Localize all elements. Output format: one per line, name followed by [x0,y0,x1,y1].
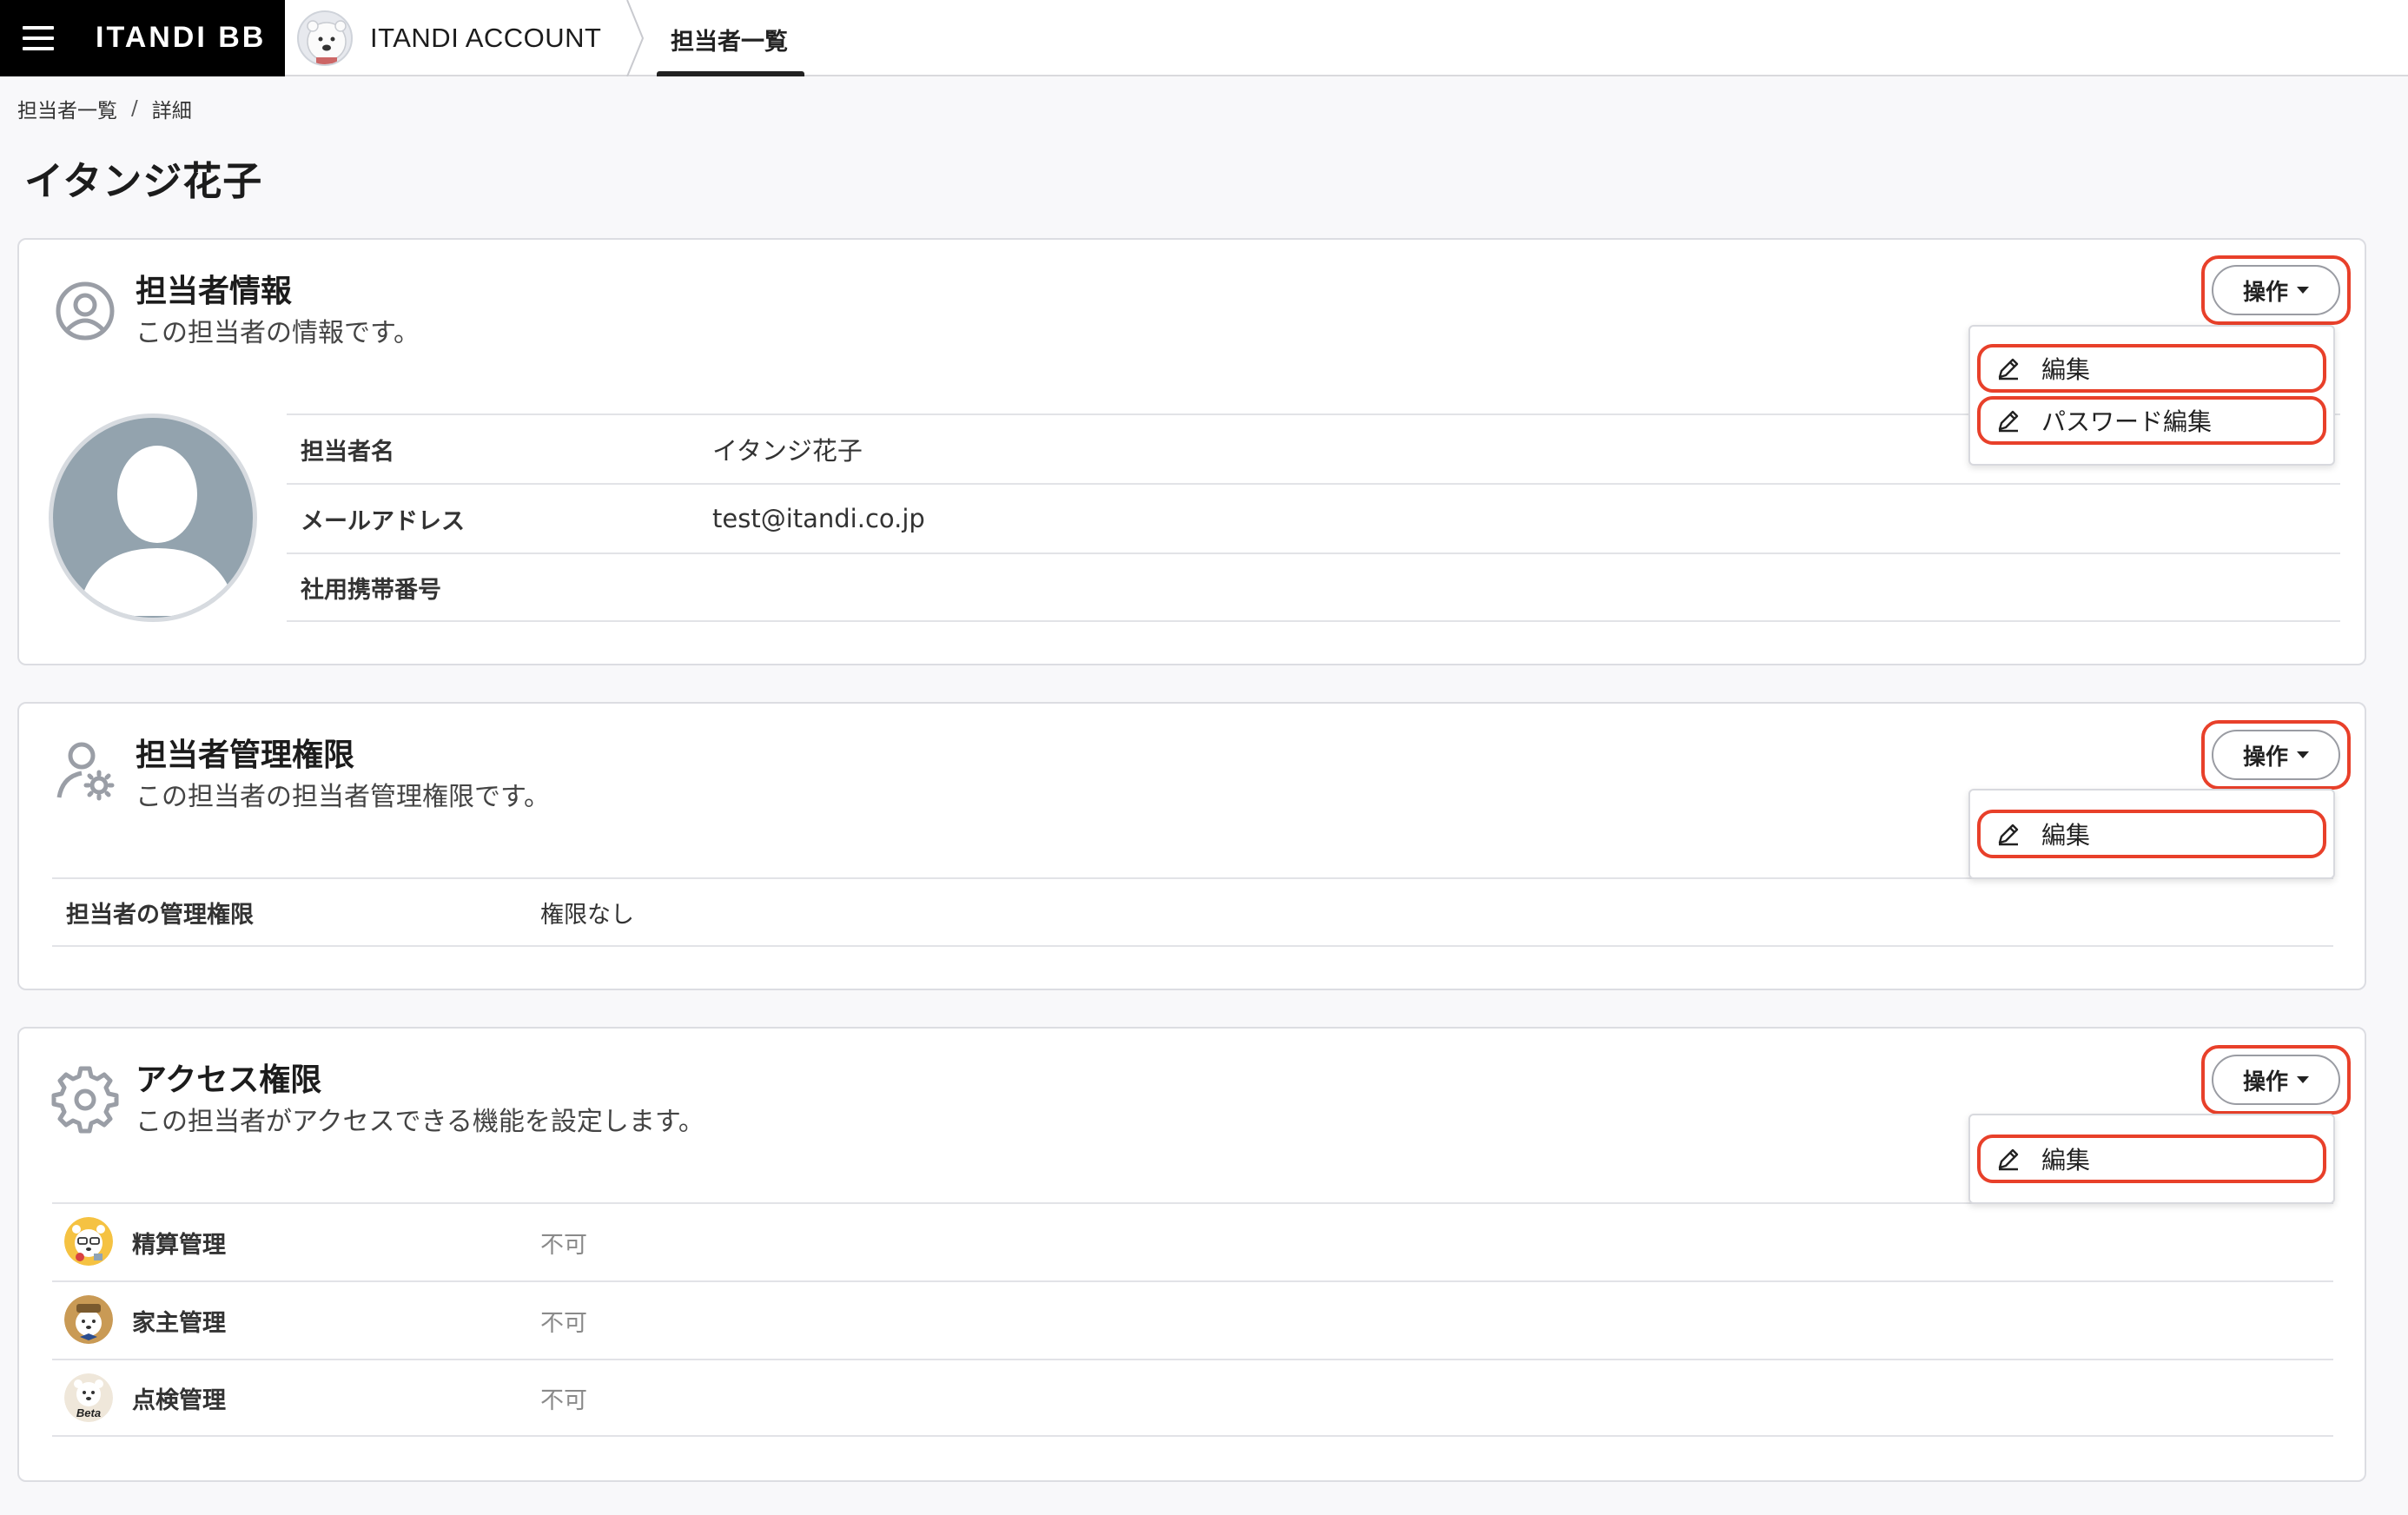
table-row: 精算管理 不可 [52,1202,2333,1280]
menu-item-password-edit[interactable]: パスワード編集 [1977,396,2326,445]
operation-button-label: 操作 [2242,279,2288,306]
card-description: この担当者がアクセスできる機能を設定します。 [136,1107,705,1137]
beta-badge: Beta [76,1406,101,1419]
profile-avatar [49,413,257,622]
operation-button-label: 操作 [2242,1068,2288,1095]
brand-area: ITANDI BB [0,0,285,76]
card-description: この担当者の情報です。 [136,318,420,348]
menu-item-edit[interactable]: 編集 [1977,810,2326,858]
card-description: この担当者の担当者管理権限です。 [136,782,550,812]
menu-item-label: 編集 [2041,355,2091,384]
operation-menu: 編集 [1968,1114,2335,1204]
breadcrumb: 担当者一覧 / 詳細 [17,94,192,123]
menu-item-label: 編集 [2041,1146,2091,1174]
table-row: 担当者の管理権限 権限なし [52,877,2333,947]
row-value: test@itandi.co.jp [712,504,925,533]
row-value: 不可 [540,1231,587,1259]
row-value: 不可 [540,1309,587,1337]
card-title: 担当者情報 [136,274,293,309]
table-row: Beta 点検管理 不可 [52,1359,2333,1437]
row-label: 精算管理 [132,1231,226,1259]
operation-menu: 編集 パスワード編集 [1968,325,2335,466]
pencil-icon [1998,410,2019,433]
bear-avatar-icon [297,10,353,66]
operation-button[interactable]: 操作 [2212,265,2340,315]
operation-button[interactable]: 操作 [2212,730,2340,780]
caret-down-icon [2297,751,2309,758]
user-circle-icon [56,281,115,341]
gear-icon [51,1066,119,1134]
row-label: 点検管理 [132,1386,226,1414]
table-row: 社用携帯番号 [287,552,2340,622]
caret-down-icon [2297,287,2309,294]
breadcrumb-separator: / [131,97,138,120]
breadcrumb-item-detail: 詳細 [151,100,192,122]
account-name: ITANDI ACCOUNT [370,23,602,53]
tab-staff-list-label: 担当者一覧 [671,29,788,56]
chevron-right-icon [626,0,645,76]
table-row: メールアドレス test@itandi.co.jp [287,483,2340,552]
tab-active-indicator [657,71,804,76]
bear-beta-icon: Beta [64,1373,113,1422]
user-gear-icon [56,742,115,801]
account-switcher[interactable]: ITANDI ACCOUNT [297,9,602,68]
breadcrumb-item-staff-list[interactable]: 担当者一覧 [17,94,117,123]
pencil-icon [1998,824,2019,846]
operation-button[interactable]: 操作 [2212,1055,2340,1105]
menu-icon[interactable] [21,21,56,56]
pencil-icon [1998,358,2019,380]
row-label: 家主管理 [132,1309,226,1337]
tab-staff-list[interactable]: 担当者一覧 [657,0,804,76]
page-title: イタンジ花子 [24,158,263,204]
access-permission-card: アクセス権限 この担当者がアクセスできる機能を設定します。 精算管理 不可 家主… [17,1027,2366,1482]
top-bar: ITANDI BB ITANDI ACCOUNT 担当者一覧 [0,0,2408,76]
bear-hat-icon [64,1295,113,1344]
row-label: 担当者名 [301,438,394,466]
menu-item-edit[interactable]: 編集 [1977,344,2326,393]
brand-logo[interactable]: ITANDI BB [96,21,266,55]
operation-menu: 編集 [1968,789,2335,879]
row-label: 社用携帯番号 [301,576,441,604]
row-value: 不可 [540,1386,587,1414]
table-row: 家主管理 不可 [52,1280,2333,1359]
caret-down-icon [2297,1076,2309,1083]
pencil-icon [1998,1148,2019,1171]
row-value: 権限なし [540,901,634,929]
menu-item-label: パスワード編集 [2041,407,2213,436]
row-label: メールアドレス [301,507,465,535]
operation-button-label: 操作 [2242,744,2288,771]
row-label: 担当者の管理権限 [66,901,254,929]
row-value: イタンジ花子 [712,436,863,466]
card-title: 担当者管理権限 [136,738,355,773]
menu-item-edit[interactable]: 編集 [1977,1135,2326,1183]
card-title: アクセス権限 [136,1062,322,1098]
bear-glasses-icon [64,1217,113,1266]
menu-item-label: 編集 [2041,821,2091,850]
